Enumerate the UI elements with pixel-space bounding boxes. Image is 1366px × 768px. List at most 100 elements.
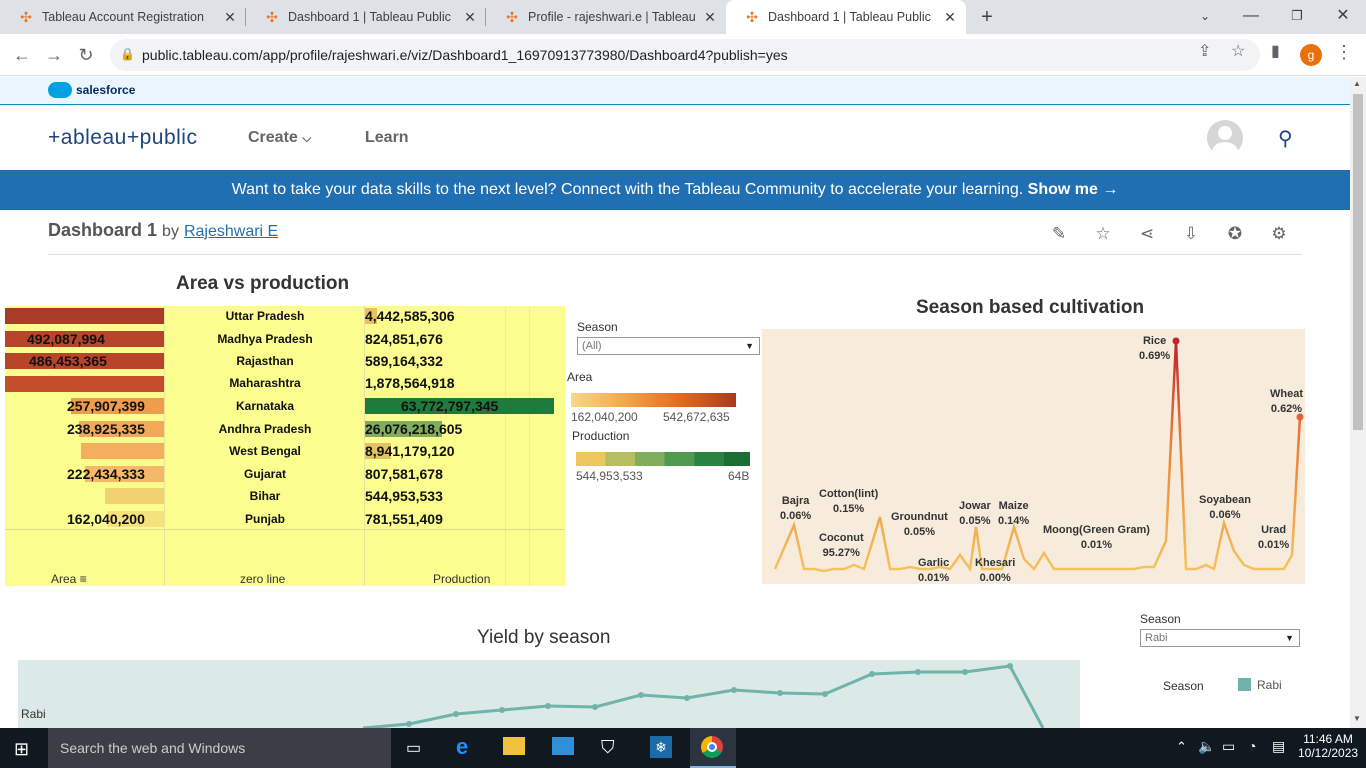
production-value: 781,551,409	[365, 511, 443, 527]
yield-point[interactable]	[1007, 663, 1013, 669]
yield-point[interactable]	[545, 703, 551, 709]
wifi-icon[interactable]: ◔	[1248, 738, 1256, 754]
page-scrollbar[interactable]: ▲ ▼	[1350, 77, 1366, 728]
legend-swatch-rabi	[1238, 678, 1251, 691]
yield-point[interactable]	[731, 687, 737, 693]
browser-tab-4-active[interactable]: ✣ Dashboard 1 | Tableau Public ✕	[726, 0, 966, 34]
yield-point[interactable]	[499, 707, 505, 713]
scrollbar-thumb[interactable]	[1353, 94, 1363, 430]
season-filter-value: (All)	[582, 340, 602, 352]
season-filter-dropdown[interactable]: (All) ▼	[577, 337, 760, 355]
download-icon[interactable]: ⇩	[1180, 223, 1202, 245]
close-tab-icon[interactable]: ✕	[942, 9, 958, 25]
battery-icon[interactable]: ▭	[1222, 738, 1235, 755]
volume-icon[interactable]: 🔈	[1198, 738, 1215, 755]
author-link[interactable]: Rajeshwari E	[184, 223, 278, 240]
axis-label-zero: zero line	[240, 572, 286, 586]
tableau-public-logo[interactable]: +ableau+public	[48, 126, 197, 150]
chrome-menu-icon[interactable]: ⋮	[1335, 42, 1353, 63]
browser-tab-3[interactable]: ✣ Profile - rajeshwari.e | Tableau Pu ✕	[486, 0, 726, 34]
season-filter-label: Season	[577, 320, 618, 334]
badge-icon[interactable]: ✪	[1224, 223, 1246, 245]
rice-point[interactable]	[1172, 337, 1180, 345]
file-explorer-icon[interactable]	[503, 737, 525, 755]
production-value: 1,878,564,918	[365, 375, 455, 391]
share-icon[interactable]: ⋖	[1136, 223, 1158, 245]
nav-create[interactable]: Create ⌵	[248, 129, 311, 147]
yield-point[interactable]	[822, 691, 828, 697]
avatar-head-shape	[1218, 126, 1232, 140]
area-max-label: 542,672,635	[663, 410, 730, 424]
snowflake-app-icon[interactable]: ❄	[650, 736, 672, 758]
new-tab-button[interactable]: +	[976, 6, 998, 28]
close-window-button[interactable]: ✕	[1320, 0, 1366, 34]
notification-icon[interactable]: ▤	[1272, 738, 1285, 755]
yield-point[interactable]	[915, 669, 921, 675]
taskbar-search-box[interactable]: Search the web and Windows	[48, 728, 391, 768]
legend-item-rabi[interactable]: Rabi	[1257, 678, 1282, 692]
yield-point[interactable]	[777, 690, 783, 696]
crop-annotation: Maize 0.14%	[998, 499, 1029, 529]
search-icon[interactable]: ⚲	[1278, 126, 1293, 151]
chevron-down-icon: ⌵	[302, 131, 312, 145]
chrome-icon	[701, 736, 723, 758]
clock-date: 10/12/2023	[1298, 746, 1359, 760]
area-value: 222,434,333	[67, 466, 145, 482]
favorite-star-icon[interactable]: ☆	[1092, 223, 1114, 245]
lock-icon: 🔒	[120, 47, 135, 61]
back-arrow-icon[interactable]: ←	[10, 43, 34, 67]
restore-button[interactable]: ❐	[1274, 0, 1320, 34]
edge-icon[interactable]: e	[456, 734, 468, 760]
chrome-taskbar-button[interactable]	[690, 728, 736, 768]
show-me-link[interactable]: Show me →	[1028, 181, 1119, 198]
settings-gear-icon[interactable]: ⚙	[1268, 223, 1290, 245]
url-text[interactable]: public.tableau.com/app/profile/rajeshwar…	[142, 47, 788, 63]
yield-point[interactable]	[638, 692, 644, 698]
yield-season-dropdown[interactable]: Rabi ▼	[1140, 629, 1300, 647]
yield-point[interactable]	[962, 669, 968, 675]
store-icon[interactable]: ⛉	[601, 737, 615, 758]
crop-percentage: 0.15%	[833, 503, 865, 515]
share-icon[interactable]: ⇪	[1198, 41, 1211, 61]
edit-viz-icon[interactable]: ✎	[1048, 223, 1070, 245]
forward-arrow-icon[interactable]: →	[42, 43, 66, 67]
reload-icon[interactable]: ↻	[74, 43, 98, 67]
tray-chevron-icon[interactable]: ⌃	[1176, 739, 1187, 755]
browser-tab-2[interactable]: ✣ Dashboard 1 | Tableau Public ✕	[246, 0, 486, 34]
crop-name: Jowar	[959, 500, 991, 512]
user-avatar[interactable]	[1207, 120, 1243, 156]
scroll-up-icon[interactable]: ▲	[1353, 79, 1361, 88]
yield-point[interactable]	[406, 721, 412, 727]
task-view-icon[interactable]: ▭	[406, 738, 421, 758]
crop-percentage: 0.06%	[780, 510, 812, 522]
banner-text: Want to take your data skills to the nex…	[231, 181, 1028, 198]
side-panel-icon[interactable]: ▮	[1271, 41, 1280, 61]
yield-point[interactable]	[453, 711, 459, 717]
url-omnibox[interactable]: 🔒 public.tableau.com/app/profile/rajeshw…	[110, 39, 1260, 71]
scroll-down-icon[interactable]: ▼	[1353, 714, 1361, 723]
axis-label-area[interactable]: Area ≡	[51, 572, 87, 586]
windows-start-icon[interactable]: ⊞	[14, 739, 29, 760]
profile-avatar[interactable]: g	[1300, 44, 1322, 66]
table-row: 238,925,335 Andhra Pradesh 26,076,218,60…	[5, 419, 565, 441]
close-tab-icon[interactable]: ✕	[222, 9, 238, 25]
tab-search-chevron-icon[interactable]: ⌄	[1182, 0, 1228, 34]
control-panel-icon[interactable]	[552, 737, 574, 755]
page-viewport: salesforce +ableau+public Create ⌵ Learn…	[0, 77, 1350, 728]
nav-learn[interactable]: Learn	[365, 129, 409, 147]
salesforce-label[interactable]: salesforce	[76, 83, 135, 97]
production-max-label: 64B	[728, 469, 750, 483]
yield-point[interactable]	[592, 704, 598, 710]
sort-icon[interactable]: ≡	[80, 572, 87, 586]
browser-tab-1[interactable]: ✣ Tableau Account Registration ✕	[0, 0, 246, 34]
table-row: 492,087,994 Madhya Pradesh 824,851,676	[5, 329, 565, 351]
yield-point[interactable]	[869, 671, 875, 677]
yield-point[interactable]	[684, 695, 690, 701]
crop-name: Wheat	[1270, 388, 1303, 400]
crop-annotation: Wheat 0.62%	[1270, 387, 1303, 417]
close-tab-icon[interactable]: ✕	[702, 9, 718, 25]
bookmark-star-icon[interactable]: ☆	[1231, 41, 1245, 61]
close-tab-icon[interactable]: ✕	[462, 9, 478, 25]
taskbar-clock[interactable]: 11:46 AM 10/12/2023	[1298, 732, 1358, 760]
minimize-button[interactable]: —	[1228, 0, 1274, 34]
